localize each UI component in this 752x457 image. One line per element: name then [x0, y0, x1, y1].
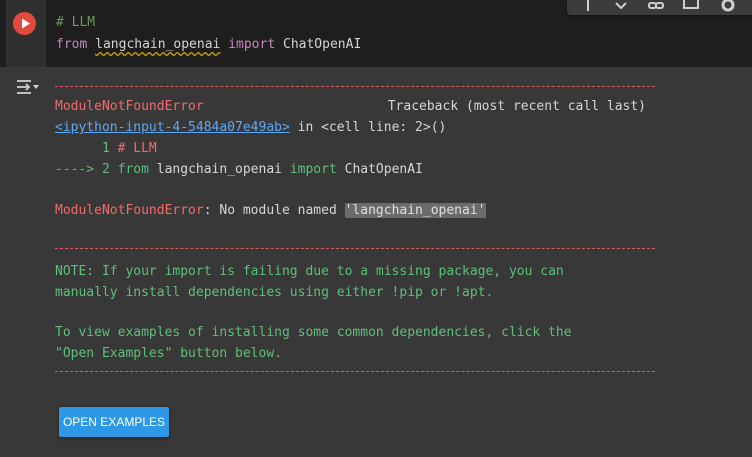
traceback-header: ModuleNotFoundError Traceback (most recen… — [55, 99, 646, 115]
traceback-comment: # LLM — [109, 141, 157, 156]
open-examples-button[interactable]: OPEN EXAMPLES — [59, 407, 169, 437]
note-line-1: NOTE: If your import is failing due to a… — [55, 264, 564, 279]
link-icon[interactable] — [647, 0, 665, 12]
error-message: : No module named — [203, 203, 345, 218]
divider-bottom — [55, 371, 655, 372]
gear-icon[interactable] — [719, 0, 737, 12]
notebook-page: # LLM from langchain_openai import ChatO… — [0, 0, 752, 457]
divider-middle — [55, 248, 655, 249]
module-name: langchain_openai — [95, 37, 221, 52]
code-line-2[interactable]: from langchain_openai import ChatOpenAI — [56, 37, 361, 53]
arrow-down-icon[interactable] — [612, 0, 630, 12]
error-type: ModuleNotFoundError — [55, 203, 204, 218]
cell-line-text: <cell line: 2>() — [321, 120, 447, 135]
note-line-3: To view examples of installing some comm… — [55, 325, 572, 340]
code-comment: # LLM — [56, 15, 96, 30]
keyword-from: from — [56, 37, 88, 52]
note-line-4: "Open Examples" button below. — [55, 346, 282, 361]
traceback-import: import — [289, 162, 337, 177]
error-message-line: ModuleNotFoundError: No module named 'la… — [55, 203, 486, 219]
ipython-input-link[interactable]: <ipython-input-4-5484a07e49ab> — [55, 120, 290, 135]
traceback-module: langchain_openai — [148, 162, 290, 177]
traceback-line-2: ----> 2 from langchain_openai import Cha… — [55, 162, 423, 178]
output-toggle[interactable] — [16, 77, 40, 97]
keyword-import: import — [228, 37, 276, 52]
arrow-line-2: ----> 2 — [55, 162, 110, 177]
traceback-location: <ipython-input-4-5484a07e49ab> in <cell … — [55, 120, 446, 136]
comment-icon[interactable] — [682, 0, 700, 12]
imported-name: ChatOpenAI — [283, 37, 362, 52]
code-line-1[interactable]: # LLM — [56, 15, 95, 31]
error-name: ModuleNotFoundError — [55, 99, 204, 114]
in-text: in — [289, 120, 322, 135]
cell-toolbar — [567, 0, 752, 15]
error-module: 'langchain_openai' — [344, 203, 486, 218]
play-icon — [22, 18, 30, 29]
line-number-1: 1 — [55, 141, 110, 156]
traceback-label: Traceback (most recent call last) — [387, 99, 646, 114]
traceback-name: ChatOpenAI — [336, 162, 423, 177]
divider-top — [55, 86, 655, 87]
output-toggle-icon — [17, 80, 39, 94]
run-cell-button[interactable] — [13, 12, 36, 35]
traceback-line-1: 1 # LLM — [55, 141, 157, 157]
arrow-up-icon[interactable] — [579, 0, 597, 12]
note-line-2: manually install dependencies using eith… — [55, 285, 494, 300]
traceback-from: from — [109, 162, 149, 177]
